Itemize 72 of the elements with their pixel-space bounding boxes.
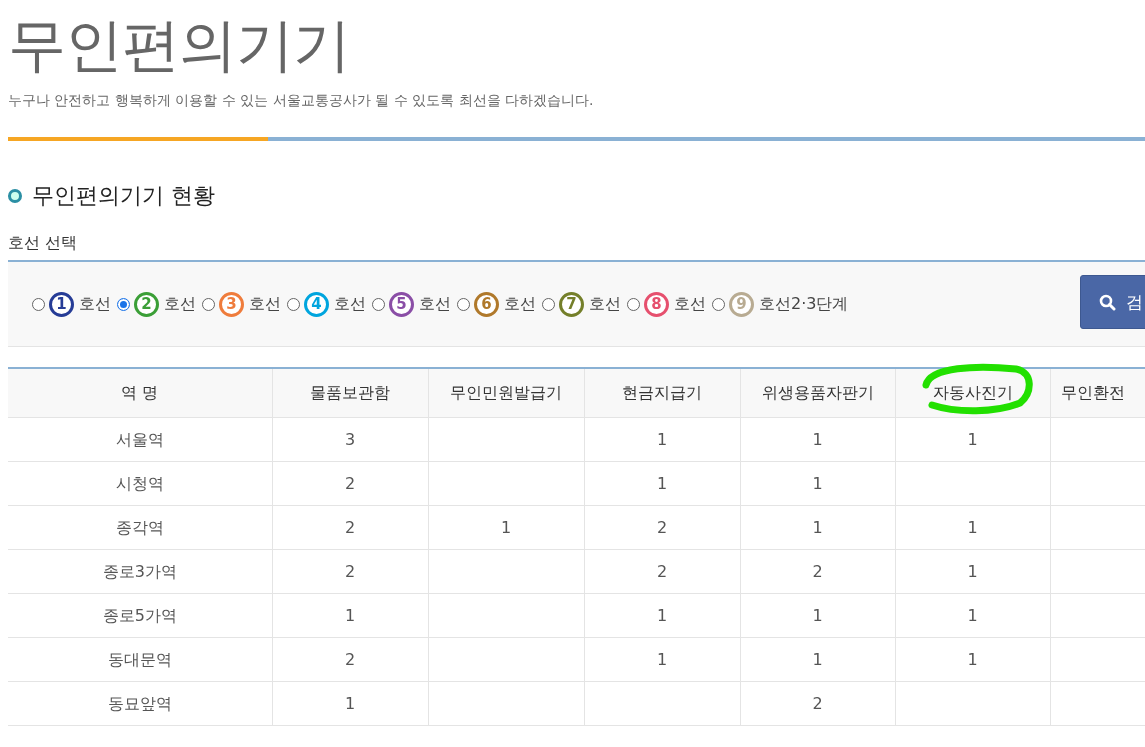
line-number-badge: 3 — [219, 291, 244, 317]
column-header: 역 명 — [8, 368, 272, 418]
radio-button[interactable] — [117, 297, 130, 311]
radio-button[interactable] — [457, 297, 470, 311]
section-heading: 무인편의기기 현황 — [32, 182, 215, 210]
search-icon — [1099, 293, 1116, 311]
table-cell: 1 — [895, 505, 1050, 550]
table-cell: 시청역 — [8, 461, 272, 506]
line-label: 호선 — [164, 293, 196, 315]
table-cell: 2 — [272, 549, 428, 594]
column-header: 위생용품자판기 — [740, 368, 895, 418]
radio-button[interactable] — [32, 297, 45, 311]
table-cell: 1 — [895, 417, 1050, 462]
table-cell: 종각역 — [8, 505, 272, 550]
table-cell: 동대문역 — [8, 637, 272, 682]
table-cell: 2 — [272, 461, 428, 506]
line-number-badge: 7 — [559, 291, 584, 317]
line-number-badge: 9 — [729, 291, 754, 317]
table-cell: 2 — [272, 637, 428, 682]
bullet-icon — [8, 189, 22, 203]
table-cell: 1 — [740, 505, 895, 550]
radio-button[interactable] — [712, 297, 725, 311]
column-header: 현금지급기 — [584, 368, 740, 418]
page-title: 무인편의기기 — [8, 10, 351, 81]
table-cell: 1 — [740, 417, 895, 462]
table-cell: 종로3가역 — [8, 549, 272, 594]
line-number-badge: 2 — [134, 291, 159, 317]
line-number-badge: 4 — [304, 291, 329, 317]
table-cell: 1 — [895, 549, 1050, 594]
table-cell: 2 — [584, 549, 740, 594]
radio-button[interactable] — [372, 297, 385, 311]
line-label: 호선 — [334, 293, 366, 315]
table-cell: 1 — [272, 681, 428, 726]
line-label: 호선 — [249, 293, 281, 315]
table-cell: 1 — [895, 637, 1050, 682]
table-cell: 1 — [584, 417, 740, 462]
line-label: 호선2·3단계 — [759, 293, 849, 315]
table-cell: 3 — [272, 417, 428, 462]
radio-button[interactable] — [542, 297, 555, 311]
line-label: 호선 — [674, 293, 706, 315]
radio-button[interactable] — [627, 297, 640, 311]
line-number-badge: 8 — [644, 291, 669, 317]
table-cell: 동묘앞역 — [8, 681, 272, 726]
table-cell: 2 — [272, 505, 428, 550]
table-cell: 1 — [584, 637, 740, 682]
table-cell: 종로5가역 — [8, 593, 272, 638]
radio-button[interactable] — [287, 297, 300, 311]
line-label: 호선 — [589, 293, 621, 315]
page-subtitle: 누구나 안전하고 행복하게 이용할 수 있는 서울교통공사가 될 수 있도록 최선을 다하겠습니다. — [8, 92, 595, 110]
table-cell: 1 — [740, 637, 895, 682]
table-cell: 서울역 — [8, 417, 272, 462]
line-label: 호선 — [419, 293, 451, 315]
table-cell: 1 — [584, 593, 740, 638]
line-number-badge: 1 — [49, 291, 74, 317]
table-cell: 1 — [272, 593, 428, 638]
line-label: 호선 — [504, 293, 536, 315]
table-cell: 2 — [740, 681, 895, 726]
line-number-badge: 6 — [474, 291, 499, 317]
table-cell: 2 — [584, 505, 740, 550]
table-cell: 1 — [740, 593, 895, 638]
line-label: 호선 — [79, 293, 111, 315]
column-header: 무인민원발급기 — [428, 368, 584, 418]
table-cell: 1 — [428, 505, 584, 550]
column-header: 무인환전 — [1050, 368, 1145, 418]
table-cell: 2 — [740, 549, 895, 594]
table-cell: 1 — [740, 461, 895, 506]
radio-button[interactable] — [202, 297, 215, 311]
table-cell: 1 — [895, 593, 1050, 638]
table-cell: 1 — [584, 461, 740, 506]
column-header: 물품보관함 — [272, 368, 428, 418]
line-number-badge: 5 — [389, 291, 414, 317]
search-button[interactable]: 검 — [1080, 275, 1145, 329]
